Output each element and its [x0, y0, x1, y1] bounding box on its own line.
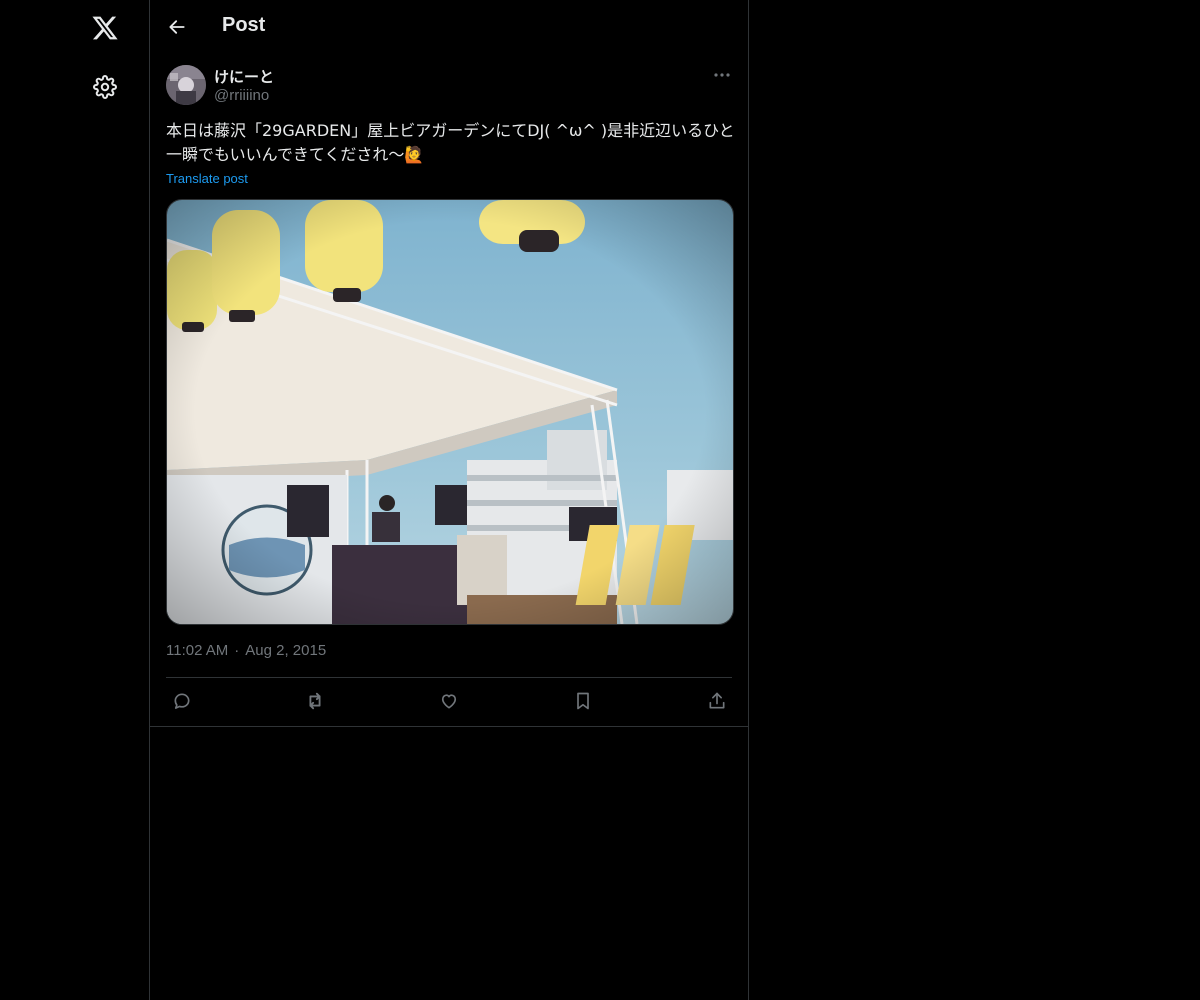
arrow-left-icon: [169, 20, 185, 34]
post-timestamp: 11:02 AM · Aug 2, 2015: [166, 642, 326, 659]
avatar-image: [166, 65, 206, 105]
main-column: Post けにーと @rriiiino 本日は藤沢「29GARDEN」屋上ビアガ…: [150, 0, 749, 1000]
post-time[interactable]: 11:02 AM: [166, 642, 228, 659]
gear-icon: [93, 75, 117, 99]
more-icon: [714, 73, 730, 77]
sidebar: [0, 0, 150, 1000]
timestamp-separator: ·: [234, 642, 240, 659]
avatar[interactable]: [166, 65, 206, 105]
share-button[interactable]: [701, 685, 733, 717]
translate-post-link[interactable]: Translate post: [166, 171, 248, 186]
post-text: 本日は藤沢「29GARDEN」屋上ビアガーデンにてDJ( ^ω^ )是非近辺いる…: [166, 121, 735, 164]
back-button[interactable]: [160, 10, 194, 44]
app: Post けにーと @rriiiino 本日は藤沢「29GARDEN」屋上ビアガ…: [0, 0, 1200, 1000]
post: けにーと @rriiiino 本日は藤沢「29GARDEN」屋上ビアガーデンにて…: [150, 53, 748, 727]
author-handle[interactable]: @rriiiino: [214, 87, 269, 104]
share-icon: [709, 692, 725, 709]
repost-icon: [309, 692, 321, 710]
more-options-button[interactable]: [706, 63, 738, 87]
like-button[interactable]: [433, 685, 465, 717]
divider: [166, 677, 732, 678]
author-name[interactable]: けにーと: [214, 66, 274, 87]
media-photo: [167, 200, 733, 624]
heart-icon: [441, 694, 457, 709]
page-header: Post: [150, 0, 748, 53]
reply-button[interactable]: [166, 685, 198, 717]
page-title: Post: [222, 14, 266, 36]
x-logo-button[interactable]: [85, 8, 125, 48]
repost-button[interactable]: [299, 685, 331, 717]
bookmark-icon: [577, 692, 589, 710]
bookmark-button[interactable]: [567, 685, 599, 717]
settings-button[interactable]: [85, 67, 125, 107]
reply-icon: [174, 693, 190, 709]
post-media[interactable]: [166, 199, 734, 625]
post-actions: [166, 685, 732, 717]
x-logo-icon: [92, 16, 118, 40]
post-date[interactable]: Aug 2, 2015: [245, 642, 326, 659]
